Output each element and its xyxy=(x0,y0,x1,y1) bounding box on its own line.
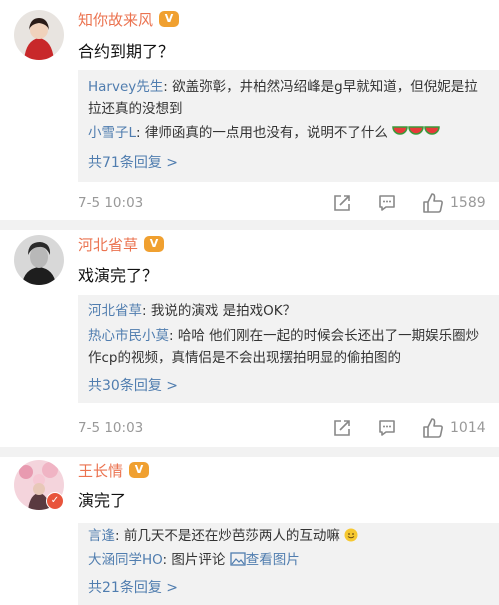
verified-icon: ✓ xyxy=(46,492,64,510)
view-image-link[interactable]: 查看图片 xyxy=(246,552,300,568)
comment-text: 戏演完了？ xyxy=(78,266,159,285)
avatar[interactable] xyxy=(14,10,64,60)
reply-text: 律师函真的一点用也没有，说明不了什么 xyxy=(140,125,388,141)
timestamp: 7-5 10:03 xyxy=(78,195,144,211)
reply-username[interactable]: 河北省草 xyxy=(88,303,142,319)
like-count: 1589 xyxy=(450,195,486,211)
comment-text: 演完了 xyxy=(78,491,127,510)
username[interactable]: 知你故来风 xyxy=(78,9,153,30)
like-count: 1014 xyxy=(450,420,486,436)
thumbs-up-icon xyxy=(422,192,444,214)
comment-text: 合约到期了？ xyxy=(78,42,175,61)
like-button[interactable]: 1589 xyxy=(422,190,486,216)
reply-box: 河北省草: 我说的演戏 是拍戏OK？ 热心市民小莫: 哈哈 他们刚在一起的时候会… xyxy=(78,295,499,403)
watermelon-icon xyxy=(392,124,440,146)
comment-icon xyxy=(377,418,397,438)
share-icon xyxy=(332,193,352,213)
reply-username[interactable]: 热心市民小莫 xyxy=(88,328,169,344)
reply-item: Harvey先生: 欲盖弥彰，井柏然冯绍峰是g早就知道，但倪妮是拉拉还真的没想到 xyxy=(88,76,491,120)
divider xyxy=(0,447,499,457)
vip-badge-icon: V xyxy=(159,11,180,27)
share-button[interactable] xyxy=(332,415,352,441)
comment-meta: 7-5 10:03 1589 xyxy=(0,187,499,219)
vip-badge-icon: V xyxy=(129,462,150,478)
share-icon xyxy=(332,418,352,438)
reply-username[interactable]: 言逢 xyxy=(88,528,115,544)
reply-username[interactable]: 大涵同学HO xyxy=(88,552,163,568)
reply-text: 我说的演戏 是拍戏OK？ xyxy=(146,303,297,319)
comment-icon xyxy=(377,193,397,213)
reply-item: 河北省草: 我说的演戏 是拍戏OK？ xyxy=(88,300,491,322)
divider xyxy=(0,220,499,230)
comment-button[interactable] xyxy=(377,415,397,441)
reply-box: 言逢: 前几天不是还在炒芭莎两人的互动嘛 大涵同学HO: 图片评论 查看图片 共… xyxy=(78,523,499,605)
image-icon xyxy=(230,551,246,573)
reply-item: 大涵同学HO: 图片评论 查看图片 xyxy=(88,549,491,573)
reply-item: 小雪子L: 律师函真的一点用也没有，说明不了什么 xyxy=(88,122,491,146)
username[interactable]: 王长情 xyxy=(78,460,123,481)
reply-username[interactable]: 小雪子L xyxy=(88,125,136,141)
reply-item: 言逢: 前几天不是还在炒芭莎两人的互动嘛 xyxy=(88,525,491,549)
avatar[interactable] xyxy=(14,235,64,285)
reply-item: 热心市民小莫: 哈哈 他们刚在一起的时候会长还出了一期娱乐圈炒作cp的视频，真情… xyxy=(88,325,491,369)
timestamp: 7-5 10:03 xyxy=(78,420,144,436)
like-button[interactable]: 1014 xyxy=(422,415,486,441)
reply-text: 前几天不是还在炒芭莎两人的互动嘛 xyxy=(119,528,340,544)
more-replies-link[interactable]: 共30条回复 > xyxy=(88,375,178,395)
comment-meta: 7-5 10:03 1014 xyxy=(0,412,499,444)
vip-badge-icon: V xyxy=(144,236,165,252)
username[interactable]: 河北省草 xyxy=(78,234,138,255)
comment-button[interactable] xyxy=(377,190,397,216)
more-replies-link[interactable]: 共71条回复 > xyxy=(88,152,178,172)
share-button[interactable] xyxy=(332,190,352,216)
reply-text: 图片评论 xyxy=(167,552,230,568)
reply-box: Harvey先生: 欲盖弥彰，井柏然冯绍峰是g早就知道，但倪妮是拉拉还真的没想到… xyxy=(78,70,499,182)
smile-icon xyxy=(344,527,358,549)
more-replies-link[interactable]: 共21条回复 > xyxy=(88,577,178,597)
thumbs-up-icon xyxy=(422,417,444,439)
reply-username[interactable]: Harvey先生 xyxy=(88,79,163,95)
